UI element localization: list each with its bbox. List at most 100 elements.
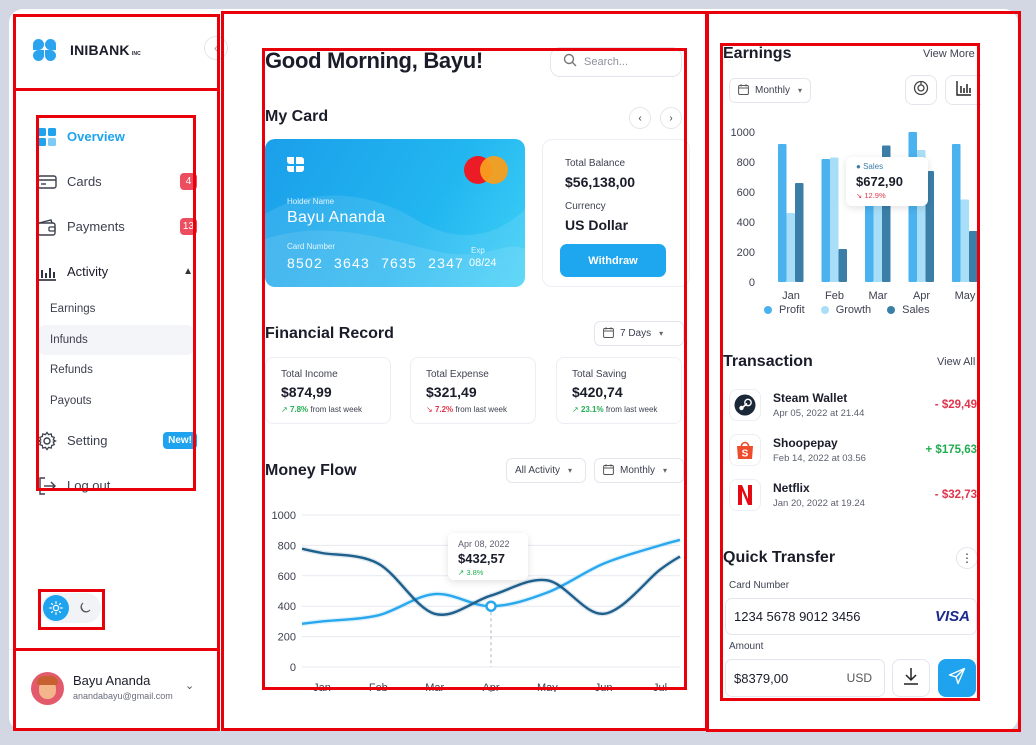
earnings-period-value: Monthly (755, 85, 791, 96)
user-profile[interactable]: Bayu Ananda anandabayu@gmail.com ⌄ (9, 649, 223, 731)
stat-value: $321,49 (426, 384, 477, 400)
download-icon (903, 667, 919, 690)
stat-delta: ↘ 7.2% from last week (426, 405, 507, 414)
card-number-field[interactable]: 1234 5678 9012 3456 VISA (725, 598, 977, 635)
visa-icon: VISA (934, 608, 970, 625)
activity-filter-value: All Activity (515, 465, 561, 476)
tooltip-delta: ↗ 3.8% (458, 568, 484, 577)
chevron-right-icon: › (669, 112, 673, 124)
more-options-icon[interactable]: ⋮ (956, 547, 978, 569)
payments-count-badge: 13 (179, 218, 197, 235)
y-tick-label: 600 (278, 571, 296, 583)
nav-logout[interactable]: Log out (37, 463, 197, 508)
stat-label: Total Expense (426, 369, 489, 380)
my-card-title: My Card (265, 108, 329, 125)
x-tick-label: Jul (653, 682, 667, 692)
card-icon (37, 172, 57, 192)
nav-logout-label: Log out (67, 478, 111, 493)
theme-toggle[interactable] (41, 593, 101, 623)
y-tick-label: 0 (749, 277, 755, 289)
earnings-title: Earnings (723, 45, 792, 62)
donut-chart-button[interactable] (905, 75, 937, 105)
nav-overview[interactable]: Overview (37, 114, 197, 159)
bar-growth (830, 157, 839, 282)
transaction-item[interactable]: Netflix Jan 20, 2022 at 19.24 - $32,73 (729, 479, 977, 515)
y-tick-label: 1000 (272, 510, 296, 522)
transaction-title: Transaction (723, 353, 813, 370)
chevron-down-icon: ▾ (659, 329, 664, 338)
x-tick-label: Apr (913, 290, 930, 302)
credit-card[interactable]: Holder Name Bayu Ananda Card Number 8502… (265, 139, 525, 287)
main-content: Good Morning, Bayu! My Card ‹ › Holder N… (223, 9, 709, 731)
card-number-label: Card Number (729, 580, 790, 591)
arrow-down-icon: ↘ (426, 405, 433, 414)
stat-delta: ↗ 23.1% from last week (572, 405, 658, 414)
sun-icon[interactable] (43, 595, 69, 621)
logout-icon (37, 476, 57, 496)
bar-profit (821, 159, 830, 282)
legend-growth: Growth (820, 304, 871, 316)
stat-delta: ↗ 7.8% from last week (281, 405, 362, 414)
subnav-refunds[interactable]: Refunds (37, 355, 197, 386)
steam-icon (729, 389, 761, 421)
money-flow-tooltip: Apr 08, 2022 $432,57 ↗ 3.8% (448, 533, 528, 580)
transaction-item[interactable]: S Shoopepay Feb 14, 2022 at 03.56 + $175… (729, 434, 977, 470)
total-balance-value: $56,138,00 (565, 174, 636, 190)
brand-logo[interactable]: INIBANK INC (33, 39, 141, 61)
view-more-link[interactable]: View More (923, 48, 975, 60)
donut-chart-icon (913, 80, 929, 101)
nav-cards[interactable]: Cards 4 (37, 159, 197, 204)
chevron-up-icon[interactable]: ▲ (183, 266, 193, 277)
transaction-date: Feb 14, 2022 at 03.56 (773, 453, 866, 464)
transaction-name: Netflix (773, 481, 810, 495)
prev-card-button[interactable]: ‹ (629, 107, 651, 129)
card-number-label: Card Number (287, 242, 336, 251)
search-box[interactable] (550, 47, 682, 77)
subnav-payouts[interactable]: Payouts (37, 386, 197, 417)
nav-setting[interactable]: Setting New! (37, 418, 197, 463)
earnings-period-dropdown[interactable]: Monthly ▾ (729, 78, 811, 103)
calendar-icon (603, 463, 614, 478)
activity-filter-dropdown[interactable]: All Activity ▾ (506, 458, 586, 483)
bar-profit (778, 144, 787, 282)
nav-activity[interactable]: Activity ▲ (37, 249, 197, 294)
hover-point (485, 600, 497, 612)
subnav-earnings[interactable]: Earnings (37, 294, 197, 325)
amount-field[interactable]: $8379,00 USD (725, 659, 885, 697)
nav-setting-label: Setting (67, 433, 108, 448)
card-number: 8502 3643 7635 2347 (287, 255, 465, 271)
chevron-down-icon[interactable]: ⌄ (185, 679, 194, 692)
transaction-date: Jan 20, 2022 at 19.24 (773, 498, 865, 509)
bar-sales (838, 249, 847, 282)
next-card-button[interactable]: › (660, 107, 682, 129)
calendar-icon (738, 83, 749, 98)
stat-label: Total Saving (572, 369, 627, 380)
moon-icon[interactable] (77, 600, 93, 616)
y-tick-label: 1000 (731, 127, 755, 139)
subnav-infunds[interactable]: Infunds (37, 324, 195, 355)
view-all-link[interactable]: View All (937, 356, 975, 368)
bar-profit (908, 132, 917, 282)
period-dropdown[interactable]: Monthly ▾ (594, 458, 684, 483)
nav-payments-label: Payments (67, 219, 125, 234)
card-logo-icon (287, 157, 304, 177)
card-number-value: 1234 5678 9012 3456 (734, 609, 861, 624)
withdraw-button[interactable]: Withdraw (560, 244, 666, 277)
nav-payments[interactable]: Payments 13 (37, 204, 197, 249)
range-dropdown[interactable]: 7 Days ▾ (594, 321, 684, 346)
gear-icon (37, 430, 57, 451)
stat-expense: Total Expense $321,49 ↘ 7.2% from last w… (410, 357, 536, 424)
transaction-amount: - $32,73 (934, 489, 977, 501)
y-tick-label: 800 (737, 157, 755, 169)
sidebar: INIBANK INC ‹ Overview Cards 4 Payments … (9, 9, 228, 731)
search-input[interactable] (584, 56, 674, 68)
download-button[interactable] (892, 659, 930, 697)
right-panel: Earnings View More Monthly ▾ 0 200 400 600 8… (709, 9, 1018, 731)
y-tick-label: 0 (290, 662, 296, 674)
send-button[interactable] (938, 659, 976, 697)
amount-label: Amount (729, 641, 764, 652)
bar-chart-button[interactable] (945, 75, 981, 105)
stat-value: $420,74 (572, 384, 623, 400)
transaction-item[interactable]: Steam Wallet Apr 05, 2022 at 21.44 - $29… (729, 389, 977, 425)
transaction-amount: - $29,49 (934, 399, 977, 411)
